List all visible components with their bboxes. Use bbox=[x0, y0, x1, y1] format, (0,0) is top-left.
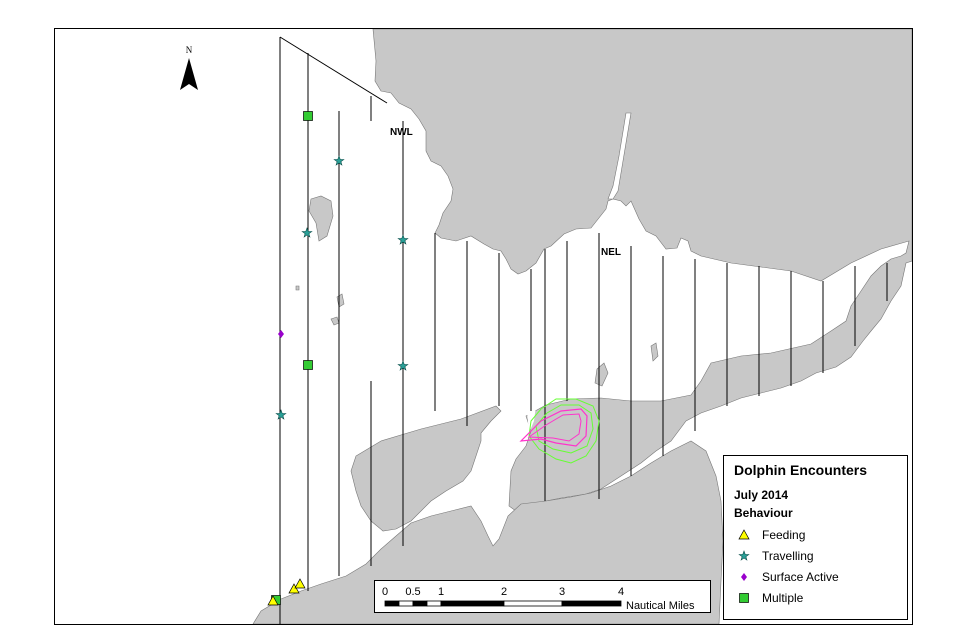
scale-tick-label: 0 bbox=[382, 586, 388, 598]
legend-item-multiple: Multiple bbox=[732, 587, 899, 608]
legend-item-travelling: Travelling bbox=[732, 545, 899, 566]
scale-tick-label: 4 bbox=[618, 586, 624, 598]
scale-bar: 0 0.5 1 2 3 4 Nautical Miles bbox=[374, 580, 711, 613]
headland-landmass bbox=[350, 405, 502, 532]
travelling-marker bbox=[275, 409, 287, 420]
legend-label: Surface Active bbox=[762, 569, 839, 584]
legend-label: Multiple bbox=[762, 590, 804, 605]
north-arrow-icon bbox=[180, 58, 198, 90]
legend-item-feeding: Feeding bbox=[732, 524, 899, 545]
island bbox=[594, 362, 609, 387]
scale-tick-label: 0.5 bbox=[405, 586, 420, 598]
diamond-icon bbox=[732, 572, 756, 582]
surface-active-marker bbox=[278, 330, 284, 338]
island bbox=[336, 293, 345, 308]
island bbox=[330, 316, 340, 326]
island bbox=[295, 285, 300, 291]
label-nel: NEL bbox=[601, 247, 621, 258]
north-arrow: N bbox=[180, 45, 198, 90]
scale-tick-label: 1 bbox=[438, 586, 444, 598]
legend-label: Feeding bbox=[762, 527, 806, 542]
island bbox=[650, 342, 659, 362]
square-icon bbox=[732, 592, 756, 603]
scale-tick-label: 3 bbox=[559, 586, 565, 598]
legend: Dolphin Encounters July 2014 Behaviour F… bbox=[723, 455, 908, 620]
star-icon bbox=[732, 549, 756, 562]
scale-tick-label: 2 bbox=[501, 586, 507, 598]
scale-bar-segments bbox=[384, 600, 622, 607]
scale-unit: Nautical Miles bbox=[626, 600, 695, 612]
legend-period: July 2014 bbox=[734, 488, 789, 502]
legend-group: Behaviour bbox=[734, 506, 793, 520]
multiple-marker bbox=[303, 360, 313, 370]
island bbox=[308, 195, 334, 242]
legend-item-surface-active: Surface Active bbox=[732, 566, 899, 587]
legend-label: Travelling bbox=[762, 548, 814, 563]
travelling-marker bbox=[301, 227, 313, 238]
multiple-marker bbox=[303, 111, 313, 121]
triangle-icon bbox=[732, 529, 756, 540]
label-nwl: NWL bbox=[390, 127, 413, 138]
legend-title: Dolphin Encounters bbox=[734, 462, 867, 478]
feeding-marker bbox=[294, 578, 306, 589]
north-label: N bbox=[186, 45, 193, 55]
